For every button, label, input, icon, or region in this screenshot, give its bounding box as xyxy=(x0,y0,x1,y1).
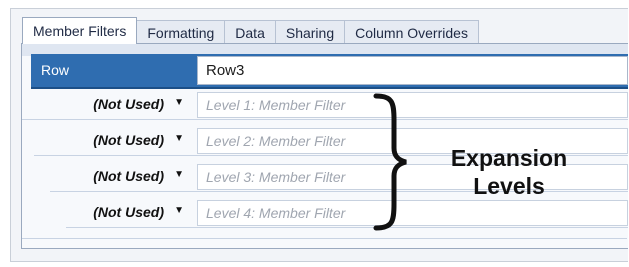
tab-column-overrides[interactable]: Column Overrides xyxy=(344,20,479,44)
annotation-line-1: Expansion xyxy=(450,145,568,171)
level-1-dropdown-value: (Not Used) xyxy=(93,96,164,112)
annotation-line-2: Levels xyxy=(473,173,545,199)
expansion-levels-annotation: Expansion Levels xyxy=(424,144,594,200)
level-3-dropdown-value: (Not Used) xyxy=(93,168,164,184)
tab-formatting[interactable]: Formatting xyxy=(136,20,226,44)
row-header: Row Row3 xyxy=(31,54,628,89)
tab-bar: Member Filters Formatting Data Sharing C… xyxy=(22,17,479,44)
tab-data[interactable]: Data xyxy=(224,20,276,44)
chevron-down-icon: ▼ xyxy=(174,205,184,216)
level-row-4: (Not Used) ▼ Level 4: Member Filter xyxy=(66,198,628,228)
curly-brace-icon xyxy=(373,93,407,231)
row-label: Row xyxy=(41,62,70,78)
chevron-down-icon: ▼ xyxy=(174,169,184,180)
level-2-dropdown-value: (Not Used) xyxy=(93,132,164,148)
level-row-1: (Not Used) ▼ Level 1: Member Filter xyxy=(22,90,628,120)
chevron-down-icon: ▼ xyxy=(174,97,184,108)
tab-member-filters[interactable]: Member Filters xyxy=(22,17,138,44)
level-3-dropdown[interactable]: (Not Used) ▼ xyxy=(62,165,190,189)
level-1-member-filter[interactable]: Level 1: Member Filter xyxy=(197,92,628,118)
panel-bottom-divider xyxy=(22,238,627,239)
level-4-member-filter[interactable]: Level 4: Member Filter xyxy=(197,200,628,226)
level-1-dropdown[interactable]: (Not Used) ▼ xyxy=(34,93,190,117)
chevron-down-icon: ▼ xyxy=(174,133,184,144)
row-name-field[interactable]: Row3 xyxy=(197,56,628,85)
level-4-dropdown-value: (Not Used) xyxy=(93,204,164,220)
level-4-dropdown[interactable]: (Not Used) ▼ xyxy=(78,201,190,225)
tab-sharing[interactable]: Sharing xyxy=(274,20,346,44)
level-2-dropdown[interactable]: (Not Used) ▼ xyxy=(46,129,190,153)
